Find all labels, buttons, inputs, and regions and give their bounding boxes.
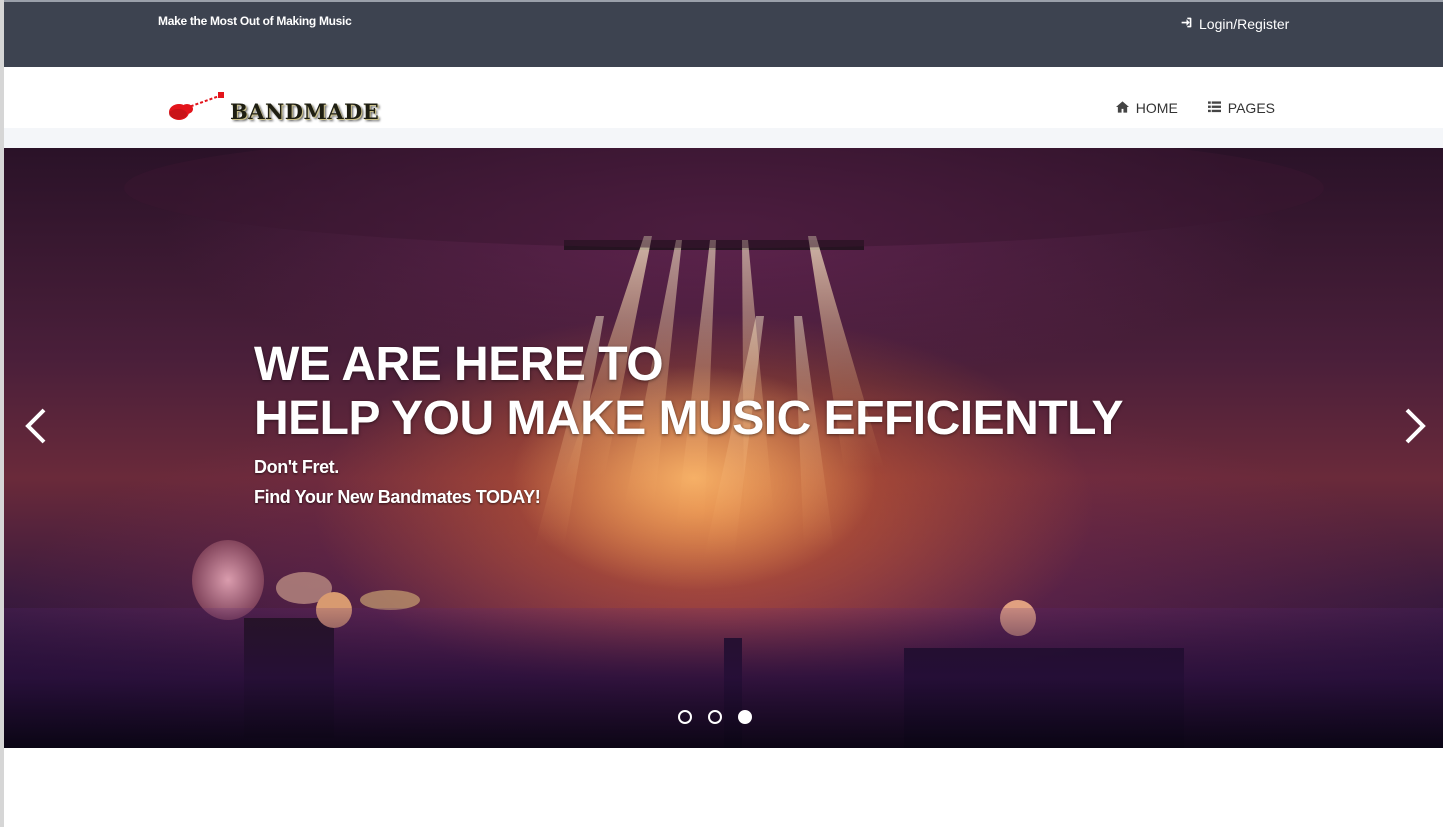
carousel-indicators xyxy=(678,710,752,724)
hero-carousel: WE ARE HERE TO HELP YOU MAKE MUSIC EFFIC… xyxy=(4,148,1443,748)
hero-subheading: Don't Fret. Find Your New Bandmates TODA… xyxy=(254,452,541,512)
list-icon xyxy=(1207,100,1221,116)
logo-wordmark: BANDMADE xyxy=(230,98,380,124)
nav-item-pages-label: PAGES xyxy=(1227,100,1275,116)
nav-item-pages[interactable]: PAGES xyxy=(1207,100,1275,116)
carousel-prev-button[interactable] xyxy=(22,406,52,446)
nav-item-home[interactable]: HOME xyxy=(1115,100,1178,116)
site-logo[interactable]: BANDMADE xyxy=(166,91,380,127)
login-register-link[interactable]: Login/Register xyxy=(1180,16,1289,32)
hero-subheading-line1: Don't Fret. xyxy=(254,457,339,477)
hero-heading-line2: HELP YOU MAKE MUSIC EFFICIENTLY xyxy=(254,392,1124,445)
nav-menu: HOME PAGES xyxy=(1115,100,1275,116)
carousel-next-button[interactable] xyxy=(1399,406,1429,446)
carousel-dot-3[interactable] xyxy=(738,710,752,724)
hero-subheading-line2: Find Your New Bandmates TODAY! xyxy=(254,487,541,507)
top-bar: Make the Most Out of Making Music Login/… xyxy=(4,2,1443,67)
guitar-icon xyxy=(166,91,226,131)
login-register-label: Login/Register xyxy=(1199,16,1290,32)
home-icon xyxy=(1115,100,1129,116)
sign-in-icon xyxy=(1180,16,1193,32)
navbar-bottom-strip xyxy=(4,128,1443,148)
nav-item-home-label: HOME xyxy=(1135,100,1178,116)
carousel-dot-1[interactable] xyxy=(678,710,692,724)
chevron-left-icon xyxy=(25,408,46,444)
carousel-dot-2[interactable] xyxy=(708,710,722,724)
hero-heading-line1: WE ARE HERE TO xyxy=(254,338,664,391)
chevron-right-icon xyxy=(1405,408,1426,444)
main-navbar: BANDMADE HOME PAGES xyxy=(4,67,1443,128)
hero-heading: WE ARE HERE TO HELP YOU MAKE MUSIC EFFIC… xyxy=(254,338,1124,446)
crowd-overlay xyxy=(4,608,1443,748)
site-tagline: Make the Most Out of Making Music xyxy=(158,14,352,28)
